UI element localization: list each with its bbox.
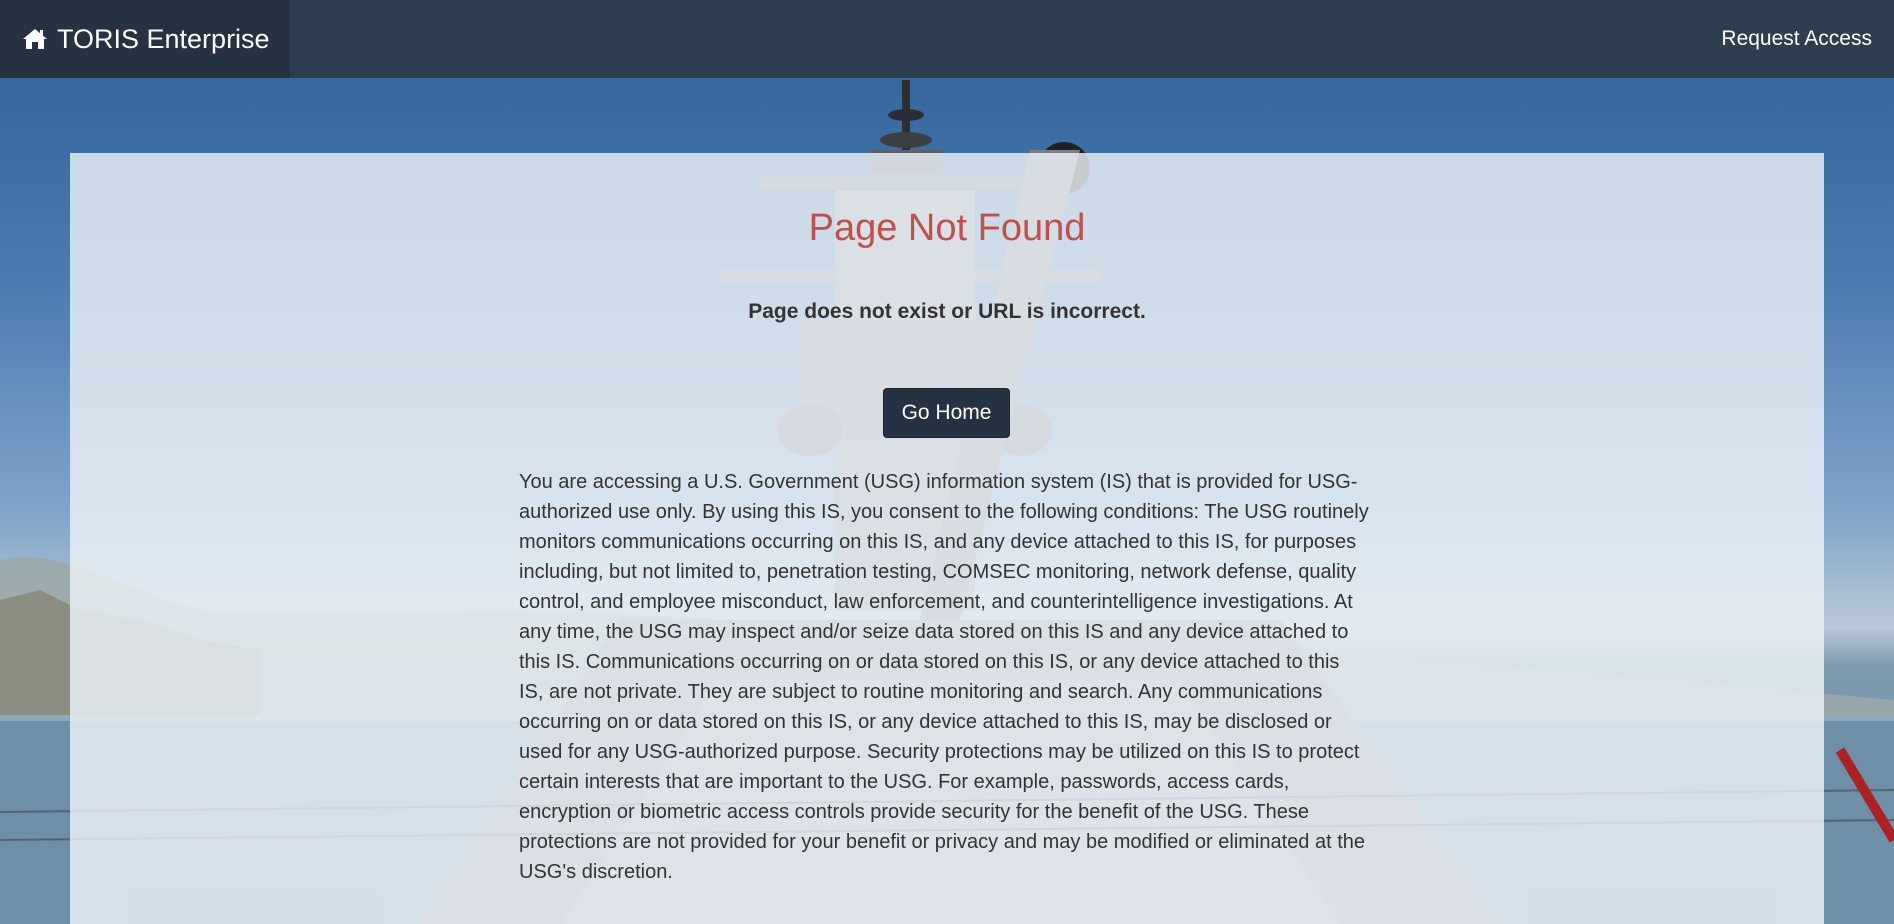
error-message: Page does not exist or URL is incorrect. <box>748 300 1146 323</box>
usg-disclaimer-text: You are accessing a U.S. Government (USG… <box>519 471 1369 883</box>
page: TORIS Enterprise Request Access Page Not… <box>0 0 1894 924</box>
brand-link[interactable]: TORIS Enterprise <box>0 0 290 78</box>
brand-label: TORIS Enterprise <box>57 23 270 54</box>
top-navbar: TORIS Enterprise Request Access <box>0 0 1894 78</box>
go-home-button[interactable]: Go Home <box>883 388 1010 438</box>
request-access-link[interactable]: Request Access <box>1721 0 1872 78</box>
page-title: Page Not Found <box>808 207 1086 249</box>
home-icon <box>23 29 47 49</box>
